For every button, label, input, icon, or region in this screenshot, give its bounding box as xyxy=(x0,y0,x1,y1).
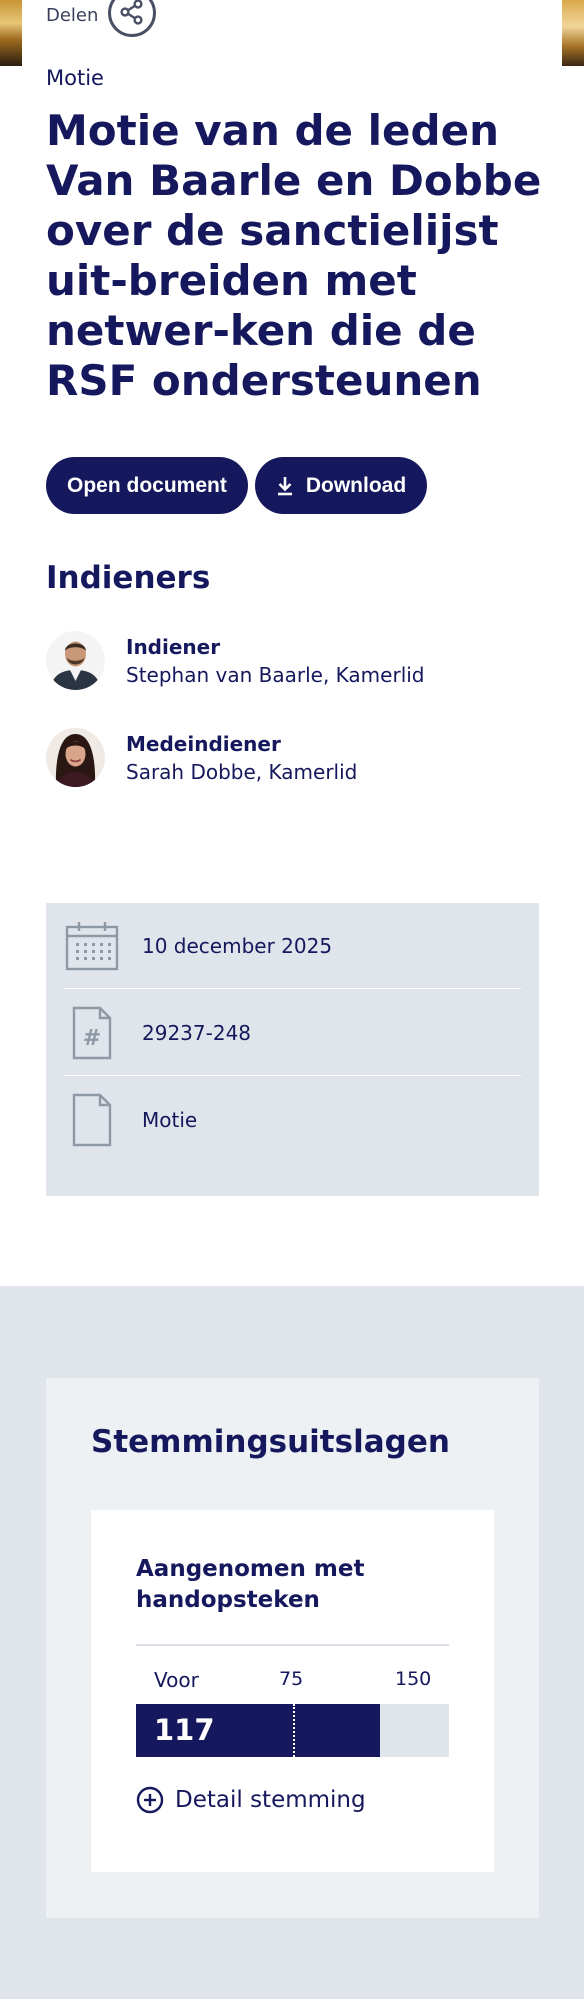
scale-label-max: 150 xyxy=(395,1668,432,1690)
voting-section: Stemmingsuitslagen Aangenomen met handop… xyxy=(0,1286,584,1999)
meta-number-row: # 29237-248 xyxy=(64,990,521,1076)
meta-kind: Motie xyxy=(142,1108,198,1132)
divider xyxy=(136,1644,449,1646)
avatar xyxy=(46,728,105,787)
document-meta: 10 december 2025 # 29237-248 Motie xyxy=(46,903,539,1196)
submitter-item[interactable]: Indiener Stephan van Baarle, Kamerlid xyxy=(46,631,425,690)
plus-circle-icon xyxy=(136,1786,164,1814)
voting-card: Stemmingsuitslagen Aangenomen met handop… xyxy=(46,1378,539,1918)
share-label: Delen xyxy=(46,5,99,26)
download-icon xyxy=(276,476,294,496)
header-image-left xyxy=(0,0,22,66)
document-icon xyxy=(64,1093,120,1147)
download-button[interactable]: Download xyxy=(254,457,428,514)
share-row: Delen xyxy=(46,0,157,40)
majority-marker xyxy=(292,1704,295,1757)
voting-heading: Stemmingsuitslagen xyxy=(91,1424,450,1460)
submitter-name: Sarah Dobbe, Kamerlid xyxy=(126,759,358,784)
document-type: Motie xyxy=(46,66,104,90)
meta-kind-row: Motie xyxy=(64,1077,521,1163)
submitter-name: Stephan van Baarle, Kamerlid xyxy=(126,662,425,687)
submitter-text: Indiener Stephan van Baarle, Kamerlid xyxy=(126,633,425,689)
open-document-button[interactable]: Open document xyxy=(46,457,248,514)
detail-vote-link[interactable]: Detail stemming xyxy=(136,1786,366,1814)
voting-result: Aangenomen met handopsteken xyxy=(136,1556,365,1613)
vote-count: 117 xyxy=(154,1713,215,1747)
download-label: Download xyxy=(305,473,407,497)
avatar xyxy=(46,631,105,690)
share-icon xyxy=(119,0,145,28)
meta-date: 10 december 2025 xyxy=(142,933,333,958)
svg-text:#: # xyxy=(83,1026,101,1051)
vote-bar: 117 xyxy=(136,1704,449,1757)
scale-label-voor: Voor xyxy=(154,1668,199,1692)
detail-vote-label: Detail stemming xyxy=(175,1787,366,1813)
submitter-role: Indiener xyxy=(126,634,221,659)
calendar-icon xyxy=(64,921,120,971)
meta-date-row: 10 december 2025 xyxy=(64,903,521,989)
meta-number: 29237-248 xyxy=(142,1020,252,1045)
submitter-item[interactable]: Medeindiener Sarah Dobbe, Kamerlid xyxy=(46,728,357,787)
submitters-heading: Indieners xyxy=(46,560,211,596)
action-buttons: Open document Download xyxy=(46,457,428,514)
scale-label-mid: 75 xyxy=(279,1668,304,1690)
open-document-label: Open document xyxy=(67,473,227,497)
page-title: Motie van de leden Van Baarle en Dobbe o… xyxy=(46,106,542,405)
header-image-right xyxy=(562,0,584,66)
submitter-role: Medeindiener xyxy=(126,731,281,756)
voting-result-panel: Aangenomen met handopsteken Voor 75 150 … xyxy=(91,1510,494,1872)
submitter-text: Medeindiener Sarah Dobbe, Kamerlid xyxy=(126,730,357,786)
share-button[interactable] xyxy=(108,0,157,37)
document-number-icon: # xyxy=(64,1006,120,1060)
